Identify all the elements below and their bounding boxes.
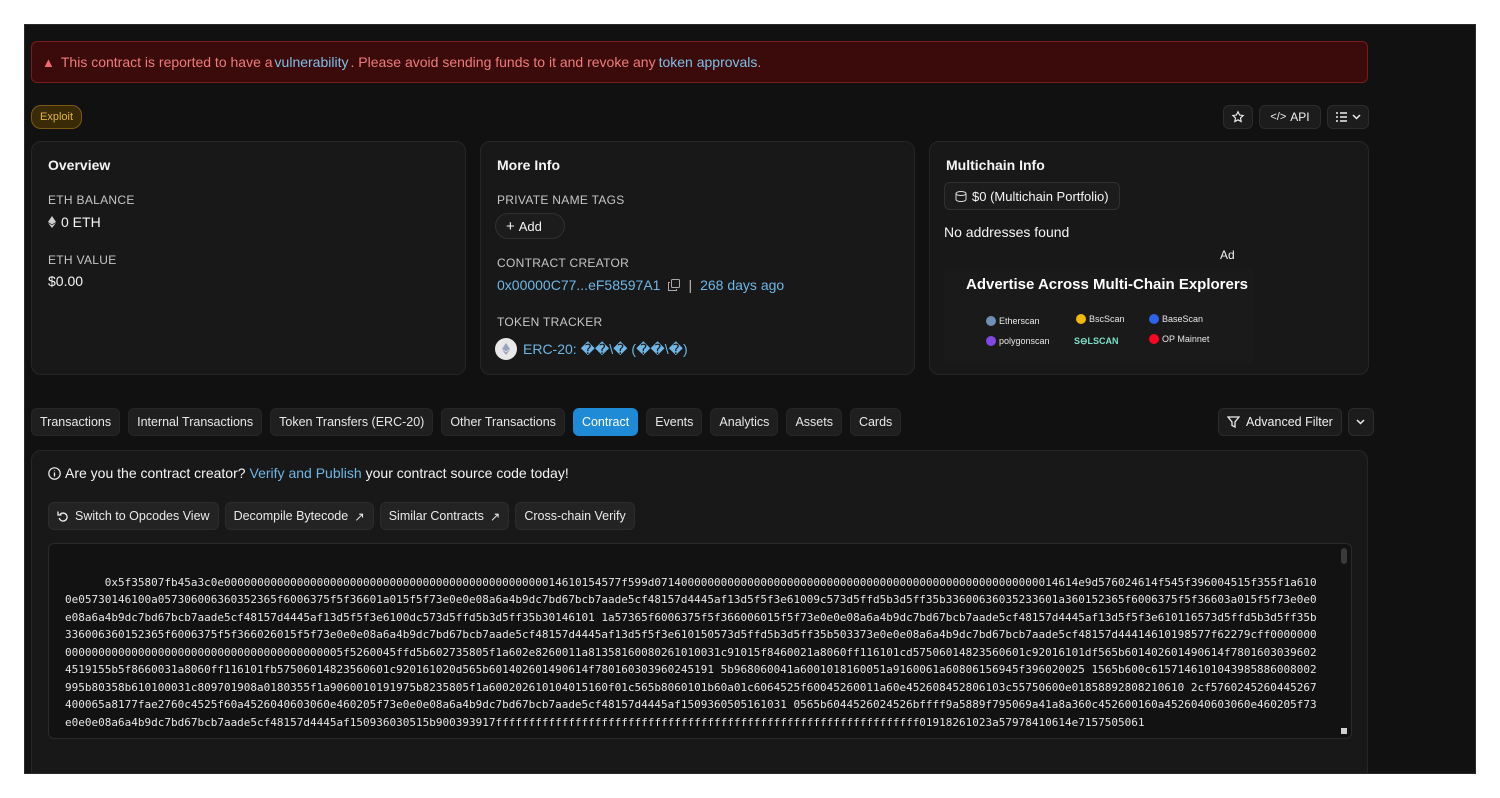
- api-label: API: [1290, 110, 1310, 124]
- multichain-portfolio-button[interactable]: $0 (Multichain Portfolio): [944, 182, 1120, 210]
- polygonscan-logo: polygonscan: [986, 336, 1050, 346]
- vulnerability-link[interactable]: vulnerability: [275, 54, 349, 70]
- eth-balance-value: 0 ETH: [48, 214, 101, 230]
- advanced-filter-button[interactable]: Advanced Filter: [1218, 408, 1342, 436]
- vulnerability-alert: ▲ This contract is reported to have a vu…: [31, 41, 1368, 83]
- verify-publish-link[interactable]: Verify and Publish: [250, 465, 362, 481]
- eth-value-label: ETH VALUE: [48, 253, 117, 267]
- token-approvals-link[interactable]: token approvals: [659, 54, 758, 70]
- tab-internal-transactions[interactable]: Internal Transactions: [128, 408, 263, 436]
- code-icon: </>: [1270, 111, 1287, 123]
- warning-icon: ▲: [42, 54, 55, 70]
- external-link-icon: ↗: [354, 509, 365, 524]
- chevron-down-icon: [1352, 114, 1361, 120]
- advertisement-banner[interactable]: Advertise Across Multi-Chain Explorers E…: [944, 268, 1254, 364]
- tab-events[interactable]: Events: [646, 408, 703, 436]
- tab-more-button[interactable]: [1347, 408, 1374, 436]
- checklist-icon: [1335, 111, 1348, 123]
- tab-contract[interactable]: Contract: [572, 408, 639, 436]
- add-label: Add: [518, 218, 542, 234]
- eth-balance-text: 0 ETH: [61, 214, 101, 230]
- eth-value: $0.00: [48, 273, 84, 289]
- alert-suffix: .: [757, 54, 762, 70]
- token-tracker-label: TOKEN TRACKER: [497, 315, 603, 329]
- api-button[interactable]: </> API: [1259, 105, 1321, 129]
- multichain-card: Multichain Info $0 (Multichain Portfolio…: [929, 141, 1369, 375]
- switch-opcodes-button[interactable]: Switch to Opcodes View: [48, 502, 219, 530]
- chevron-down-icon: [1356, 419, 1365, 425]
- token-logo-icon: [495, 338, 517, 360]
- resize-handle[interactable]: [1341, 728, 1347, 734]
- tab-token-transfers[interactable]: Token Transfers (ERC-20): [270, 408, 434, 436]
- no-addresses-text: No addresses found: [944, 224, 1070, 240]
- tab-assets[interactable]: Assets: [786, 408, 842, 436]
- cross-chain-verify-button[interactable]: Cross-chain Verify: [515, 502, 635, 530]
- creator-address-link[interactable]: 0x00000C77...eF58597A1: [497, 277, 660, 293]
- decompile-bytecode-button[interactable]: Decompile Bytecode ↗: [224, 502, 374, 530]
- creator-separator: |: [688, 277, 693, 293]
- undo-icon: [57, 510, 69, 522]
- tab-analytics[interactable]: Analytics: [710, 408, 779, 436]
- contract-panel: Are you the contract creator? Verify and…: [31, 450, 1368, 773]
- copy-icon[interactable]: [668, 279, 681, 291]
- add-tag-button[interactable]: + Add: [495, 213, 565, 239]
- bscscan-logo: BscScan: [1076, 314, 1125, 324]
- verify-prefix: Are you the contract creator?: [65, 465, 246, 481]
- contract-creator-label: CONTRACT CREATOR: [497, 256, 630, 270]
- etherscan-logo: Etherscan: [986, 316, 1040, 326]
- bytecode-text: 0x5f35807fb45a3c0e0000000000000000000000…: [65, 575, 1317, 729]
- filter-icon: [1227, 416, 1240, 428]
- tab-cards[interactable]: Cards: [849, 408, 902, 436]
- eth-balance-label: ETH BALANCE: [48, 193, 135, 207]
- plus-icon: +: [506, 217, 515, 235]
- alert-middle: . Please avoid sending funds to it and r…: [350, 54, 656, 70]
- portfolio-label: $0 (Multichain Portfolio): [972, 188, 1109, 204]
- top-toolbar: </> API: [1223, 105, 1369, 129]
- similar-contracts-button[interactable]: Similar Contracts ↗: [379, 502, 510, 530]
- verify-notice: Are you the contract creator? Verify and…: [48, 465, 569, 481]
- scrollbar-thumb[interactable]: [1341, 548, 1347, 564]
- ad-headline: Advertise Across Multi-Chain Explorers: [966, 276, 1249, 293]
- multichain-title: Multichain Info: [946, 157, 1045, 173]
- coins-icon: [955, 190, 967, 202]
- advanced-filter-group: Advanced Filter: [1218, 408, 1374, 436]
- advanced-filter-label: Advanced Filter: [1246, 415, 1333, 429]
- token-tracker-link[interactable]: ERC-20: ��\� (��\�): [523, 341, 688, 358]
- more-info-card: More Info PRIVATE NAME TAGS + Add CONTRA…: [480, 141, 915, 375]
- cross-chain-label: Cross-chain Verify: [524, 509, 626, 523]
- code-actions: Switch to Opcodes View Decompile Bytecod…: [48, 502, 635, 530]
- switch-opcodes-label: Switch to Opcodes View: [75, 509, 210, 523]
- star-icon: [1231, 110, 1245, 124]
- exploit-badge[interactable]: Exploit: [31, 105, 83, 129]
- verify-suffix: your contract source code today!: [365, 465, 569, 481]
- token-tracker-row: ERC-20: ��\� (��\�): [495, 338, 688, 360]
- ethereum-icon: [48, 216, 56, 228]
- more-info-title: More Info: [497, 157, 560, 173]
- app-frame: ▲ This contract is reported to have a vu…: [24, 24, 1476, 774]
- favorite-button[interactable]: [1223, 105, 1253, 129]
- decompile-label: Decompile Bytecode: [233, 509, 349, 523]
- external-link-icon: ↗: [489, 509, 501, 524]
- contract-creator-row: 0x00000C77...eF58597A1 | 268 days ago: [497, 277, 784, 293]
- tab-other-transactions[interactable]: Other Transactions: [441, 408, 565, 436]
- bytecode-textarea[interactable]: 0x5f35807fb45a3c0e0000000000000000000000…: [48, 543, 1352, 739]
- info-icon: [48, 466, 61, 480]
- tab-transactions[interactable]: Transactions: [31, 408, 121, 436]
- solscan-logo: S⊖LSCAN: [1074, 336, 1119, 346]
- op-mainnet-logo: OP Mainnet: [1149, 334, 1209, 344]
- basescan-logo: BaseScan: [1149, 314, 1203, 324]
- private-name-tags-label: PRIVATE NAME TAGS: [497, 193, 625, 207]
- alert-prefix: This contract is reported to have a: [60, 54, 273, 70]
- tab-bar: Transactions Internal Transactions Token…: [31, 408, 902, 436]
- overview-card: Overview ETH BALANCE 0 ETH ETH VALUE $0.…: [31, 141, 466, 375]
- ad-label: Ad: [1220, 248, 1235, 262]
- overview-title: Overview: [48, 157, 111, 173]
- creator-age-link[interactable]: 268 days ago: [700, 277, 784, 293]
- similar-contracts-label: Similar Contracts: [388, 509, 484, 523]
- list-menu-button[interactable]: [1327, 105, 1369, 129]
